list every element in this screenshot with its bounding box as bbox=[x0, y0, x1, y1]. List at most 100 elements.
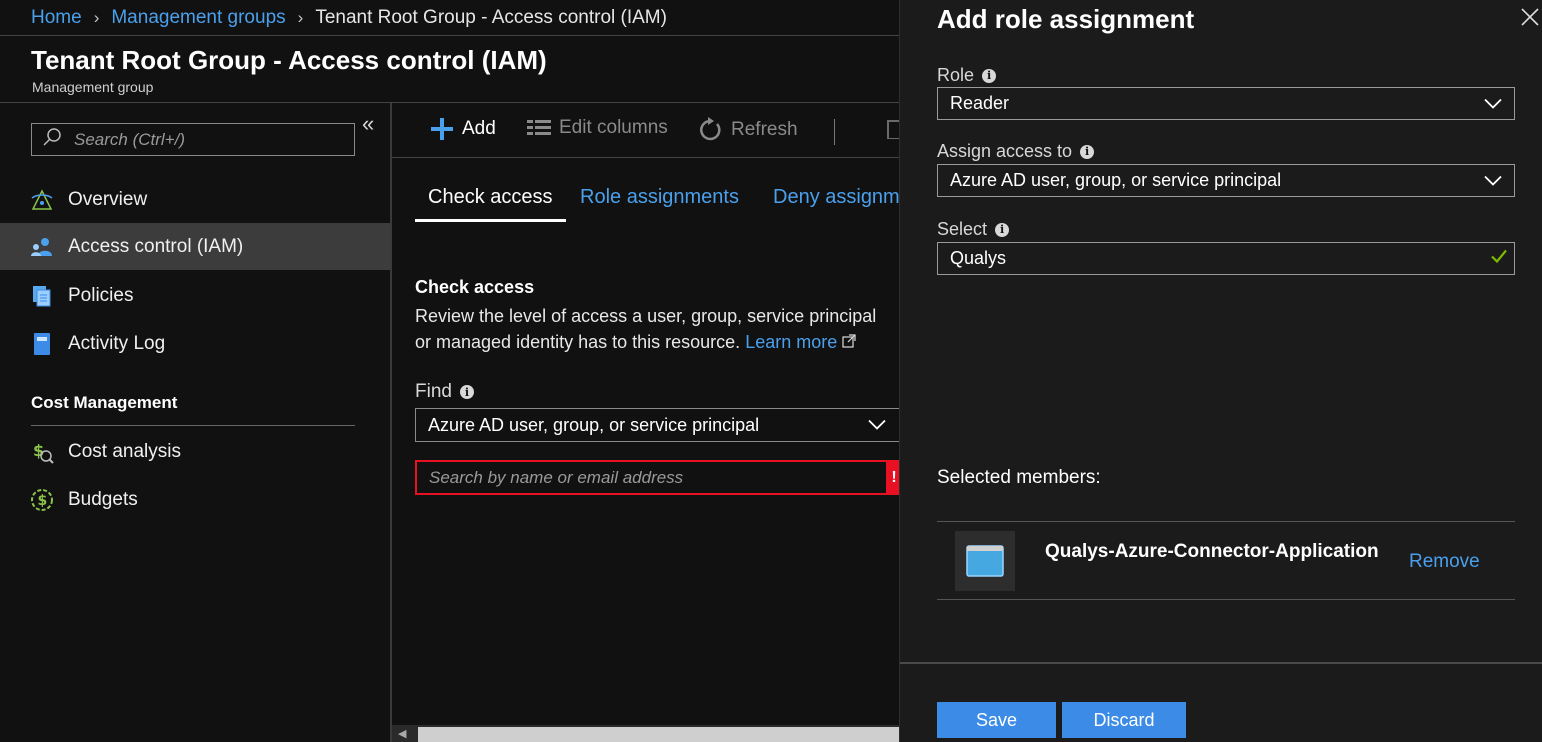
check-access-description: Review the level of access a user, group… bbox=[415, 303, 900, 355]
sidebar-search-input[interactable] bbox=[74, 129, 334, 150]
sidebar-item-label: Access control (IAM) bbox=[68, 235, 244, 257]
cost-analysis-icon: $ bbox=[30, 440, 54, 464]
edit-columns-label: Edit columns bbox=[559, 117, 668, 138]
app-registration-icon bbox=[955, 531, 1015, 591]
info-icon[interactable]: i bbox=[995, 222, 1010, 237]
sidebar-item-budgets[interactable]: $ Budgets bbox=[0, 476, 391, 523]
learn-more-link[interactable]: Learn more bbox=[745, 332, 837, 352]
info-icon[interactable]: i bbox=[1080, 144, 1095, 159]
description-line: or managed identity has to this resource… bbox=[415, 329, 900, 355]
scroll-left-icon[interactable]: ◀ bbox=[398, 727, 406, 740]
chevron-right-icon: › bbox=[297, 8, 304, 27]
find-type-dropdown[interactable]: Azure AD user, group, or service princip… bbox=[415, 408, 915, 442]
info-icon[interactable]: i bbox=[459, 385, 474, 399]
chevron-down-icon bbox=[1484, 93, 1502, 114]
horizontal-scrollbar[interactable]: ◀ bbox=[392, 725, 900, 742]
add-role-assignment-panel: Add role assignment Role i Reader Assign… bbox=[899, 0, 1542, 742]
tab-deny-assignments[interactable]: Deny assignm bbox=[773, 186, 900, 219]
collapse-sidebar-icon[interactable]: « bbox=[362, 111, 374, 137]
sidebar-item-label: Activity Log bbox=[68, 332, 166, 354]
search-icon bbox=[42, 127, 62, 152]
breadcrumb-current: Tenant Root Group - Access control (IAM) bbox=[315, 7, 667, 28]
remove-member-link[interactable]: Remove bbox=[1409, 551, 1480, 573]
assign-access-value: Azure AD user, group, or service princip… bbox=[950, 170, 1282, 190]
sidebar: « Overview Access control (IAM) Policies… bbox=[0, 103, 391, 742]
sidebar-item-policies[interactable]: Policies bbox=[0, 272, 391, 319]
find-label: Find i bbox=[415, 381, 474, 403]
save-button[interactable]: Save bbox=[937, 702, 1056, 738]
chevron-down-icon bbox=[868, 415, 886, 436]
chevron-right-icon: › bbox=[93, 8, 100, 27]
assign-access-label-text: Assign access to bbox=[937, 141, 1073, 161]
select-label-text: Select bbox=[937, 219, 988, 239]
divider bbox=[900, 662, 1542, 664]
add-button[interactable]: Add bbox=[430, 117, 496, 141]
divider bbox=[31, 425, 355, 426]
tab-role-assignments[interactable]: Role assignments bbox=[580, 186, 739, 219]
sidebar-item-label: Cost analysis bbox=[68, 440, 181, 462]
svg-text:$: $ bbox=[33, 441, 44, 460]
chevron-down-icon bbox=[1484, 170, 1502, 191]
breadcrumb: Home › Management groups › Tenant Root G… bbox=[31, 6, 667, 30]
divider bbox=[937, 599, 1515, 600]
assign-access-dropdown[interactable]: Azure AD user, group, or service princip… bbox=[937, 164, 1515, 197]
scrollbar-thumb[interactable] bbox=[418, 727, 900, 742]
select-member-value: Qualys bbox=[950, 248, 1007, 268]
budgets-icon: $ bbox=[30, 488, 54, 512]
info-icon[interactable]: i bbox=[982, 68, 997, 83]
find-type-value: Azure AD user, group, or service princip… bbox=[428, 414, 760, 435]
checkmark-icon bbox=[1490, 248, 1508, 269]
delete-icon[interactable] bbox=[886, 117, 900, 139]
selected-member-name: Qualys-Azure-Connector-Application bbox=[1045, 541, 1379, 562]
plus-icon bbox=[430, 117, 454, 141]
refresh-label: Refresh bbox=[731, 119, 798, 140]
refresh-button[interactable]: Refresh bbox=[697, 117, 798, 143]
description-line: Review the level of access a user, group… bbox=[415, 306, 877, 326]
breadcrumb-home-link[interactable]: Home bbox=[31, 7, 82, 29]
section-title-cost-management: Cost Management bbox=[31, 393, 178, 412]
sidebar-item-overview[interactable]: Overview bbox=[0, 176, 391, 223]
select-member-input[interactable]: Qualys bbox=[937, 242, 1515, 275]
breadcrumb-management-groups-link[interactable]: Management groups bbox=[111, 7, 285, 29]
sidebar-item-label: Overview bbox=[68, 188, 148, 210]
edit-columns-button[interactable]: Edit columns bbox=[527, 117, 668, 139]
toolbar: Add Edit columns Refresh bbox=[392, 103, 900, 158]
select-label: Select i bbox=[937, 219, 1010, 240]
external-link-icon bbox=[842, 332, 856, 352]
sidebar-item-activity-log[interactable]: Activity Log bbox=[0, 320, 391, 367]
sidebar-item-label: Policies bbox=[68, 284, 134, 306]
find-label-text: Find bbox=[415, 381, 452, 402]
sidebar-search[interactable] bbox=[31, 123, 355, 156]
panel-title: Add role assignment bbox=[937, 4, 1195, 34]
sidebar-item-cost-analysis[interactable]: $ Cost analysis bbox=[0, 428, 391, 475]
svg-text:$: $ bbox=[38, 493, 48, 509]
discard-button[interactable]: Discard bbox=[1062, 702, 1186, 738]
divider bbox=[937, 521, 1515, 522]
policies-icon bbox=[30, 284, 54, 308]
iam-people-icon bbox=[30, 235, 54, 259]
divider bbox=[0, 35, 900, 36]
add-button-label: Add bbox=[462, 118, 496, 139]
role-value: Reader bbox=[950, 93, 1010, 113]
description-text: or managed identity has to this resource… bbox=[415, 332, 741, 352]
close-icon[interactable] bbox=[1519, 6, 1541, 28]
activity-log-icon bbox=[30, 332, 54, 356]
find-search-input[interactable] bbox=[429, 467, 869, 488]
tab-bar: Check access Role assignments Deny assig… bbox=[415, 186, 900, 226]
page-title: Tenant Root Group - Access control (IAM) bbox=[31, 45, 547, 75]
toolbar-separator bbox=[834, 119, 835, 145]
page-subtitle: Management group bbox=[32, 79, 154, 95]
selected-members-label: Selected members: bbox=[937, 467, 1101, 488]
sidebar-item-label: Budgets bbox=[68, 488, 138, 510]
find-search-field[interactable] bbox=[415, 460, 888, 495]
sidebar-divider bbox=[390, 103, 392, 742]
sidebar-item-access-control[interactable]: Access control (IAM) bbox=[0, 223, 391, 270]
tab-check-access[interactable]: Check access bbox=[415, 186, 566, 222]
role-label: Role i bbox=[937, 65, 997, 86]
role-dropdown[interactable]: Reader bbox=[937, 87, 1515, 120]
check-access-title: Check access bbox=[415, 277, 535, 297]
assign-access-label: Assign access to i bbox=[937, 141, 1095, 162]
role-label-text: Role bbox=[937, 65, 975, 85]
columns-icon bbox=[527, 119, 551, 137]
divider bbox=[392, 157, 900, 158]
